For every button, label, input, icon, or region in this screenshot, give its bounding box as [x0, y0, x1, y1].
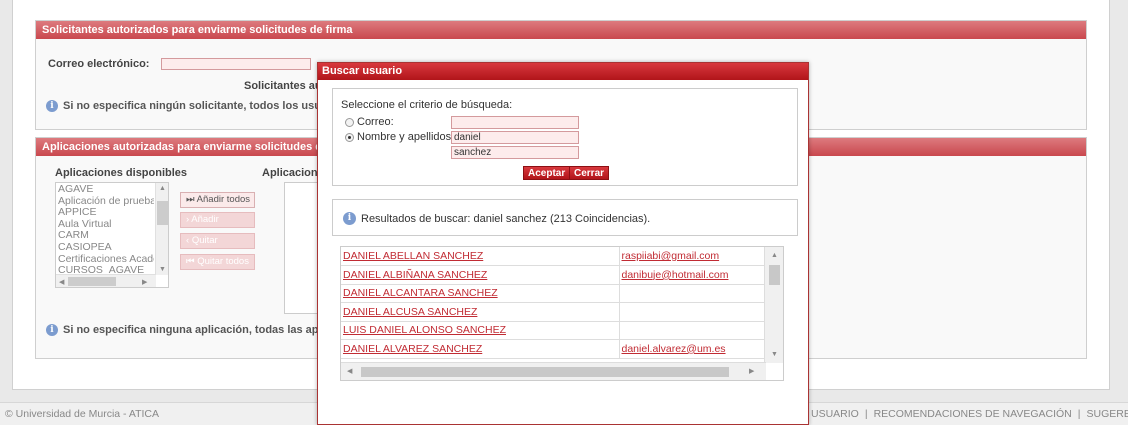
footer-link-recommendations[interactable]: RECOMENDACIONES DE NAVEGACIÓN [874, 408, 1072, 420]
footer-link-user[interactable]: USUARIO [811, 408, 859, 420]
apps-horizontal-scrollbar[interactable]: ◀ ▶ [56, 274, 156, 287]
email-label: Correo electrónico: [48, 58, 150, 70]
info-icon: i [343, 212, 356, 225]
apps-hscroll-thumb[interactable] [68, 277, 116, 286]
footer-links: USUARIO | RECOMENDACIONES DE NAVEGACIÓN | SU… [808, 408, 1128, 420]
scroll-down-icon[interactable]: ▼ [771, 351, 778, 358]
email-option-label: Correo: [357, 116, 394, 128]
remove-button[interactable]: ‹ Quitar [180, 233, 255, 249]
app-list-item[interactable]: CASIOPEA [58, 242, 154, 254]
footer-link-suggestions[interactable]: SUGERENCIAS [1086, 408, 1128, 420]
table-row[interactable]: DANIEL ALVAREZ SANCHEZ daniel.alvarez@um.… [341, 339, 765, 359]
accept-button[interactable]: Aceptar [523, 166, 571, 180]
search-user-dialog: Buscar usuario Seleccione el criterio de… [317, 62, 809, 425]
result-name-link[interactable]: DANIEL ALCUSA SANCHEZ [341, 302, 620, 322]
result-email-link[interactable] [619, 302, 765, 322]
result-name-link[interactable]: DANIEL ALVAREZ SANCHEZ [341, 339, 620, 359]
table-row[interactable]: DANIEL ALBIÑANA SANCHEZ danibuje@hotmail.… [341, 265, 765, 285]
result-email-link[interactable]: danibuje@hotmail.com [619, 265, 765, 285]
result-email-link[interactable] [619, 321, 765, 340]
results-vertical-scrollbar[interactable]: ▲ ▼ [764, 247, 783, 363]
signers-list-title: Solicitantes aut [244, 80, 326, 92]
scroll-left-icon[interactable]: ◀ [347, 367, 352, 375]
signer-email-input[interactable] [161, 58, 311, 70]
add-button[interactable]: › Añadir [180, 212, 255, 228]
table-row[interactable]: DANIEL ALCANTARA SANCHEZ [341, 284, 765, 303]
app-list-item[interactable]: AGAVE [58, 184, 154, 196]
app-list-item[interactable]: Aplicación de prueba [58, 196, 154, 208]
app-list-item[interactable]: CARM [58, 230, 154, 242]
first-name-input[interactable]: daniel [451, 131, 579, 144]
available-apps-items: AGAVE Aplicación de prueba APPICE Aula Virt… [56, 183, 156, 278]
email-search-input[interactable] [451, 116, 579, 129]
add-all-button[interactable]: ⏭ Añadir todos [180, 192, 255, 208]
result-summary: i Resultados de buscar: daniel sanchez (… [343, 212, 650, 225]
close-button[interactable]: Cerrar [569, 166, 610, 180]
signers-info: i Si no especifica ningún solicitante, t… [46, 100, 341, 112]
scroll-up-icon[interactable]: ▲ [771, 252, 778, 259]
result-email-link[interactable]: daniel.alvarez@um.es [619, 339, 765, 359]
available-apps-label: Aplicaciones disponibles [55, 167, 188, 179]
results-scroll-thumb[interactable] [769, 265, 780, 285]
dialog-title: Buscar usuario [318, 63, 808, 80]
result-email-link[interactable] [619, 284, 765, 303]
info-icon: i [46, 100, 58, 112]
email-radio[interactable] [345, 117, 354, 127]
scroll-up-icon[interactable]: ▲ [159, 185, 166, 192]
table-row[interactable]: DANIEL ABELLAN SANCHEZ raspiiabi@gmail.co… [341, 247, 765, 266]
remove-label: Quitar [191, 235, 218, 246]
table-row[interactable]: DANIEL ALCUSA SANCHEZ [341, 302, 765, 322]
results-horizontal-scrollbar[interactable]: ◀ ▶ [341, 362, 766, 380]
scroll-right-icon[interactable]: ▶ [749, 367, 754, 375]
search-criteria-box: Seleccione el criterio de búsqueda: Corr… [332, 88, 798, 186]
results-table: DANIEL ABELLAN SANCHEZ raspiiabi@gmail.co… [341, 247, 765, 359]
result-name-link[interactable]: DANIEL ABELLAN SANCHEZ [341, 247, 620, 266]
results-hscroll-thumb[interactable] [361, 367, 729, 377]
separator: | [1077, 408, 1081, 420]
apps-info-text: Si no especifica ninguna aplicación, tod… [63, 324, 337, 336]
scroll-down-icon[interactable]: ▼ [159, 266, 166, 273]
result-summary-box: i Resultados de buscar: daniel sanchez (… [332, 199, 798, 236]
app-list-item[interactable]: Aula Virtual [58, 219, 154, 231]
authorized-apps-label: Aplicacion [262, 167, 318, 179]
email-option[interactable]: Correo: [345, 116, 394, 128]
result-email-link[interactable]: raspiiabi@gmail.com [619, 247, 765, 266]
footer-copyright: © Universidad de Murcia - ATICA [5, 408, 160, 420]
results-table-container: DANIEL ABELLAN SANCHEZ raspiiabi@gmail.co… [340, 246, 784, 381]
add-all-label: Añadir todos [196, 194, 251, 205]
apps-info: i Si no especifica ninguna aplicación, t… [46, 324, 337, 336]
app-list-item[interactable]: APPICE [58, 207, 154, 219]
name-option[interactable]: Nombre y apellidos: [345, 131, 454, 143]
signers-info-text: Si no especifica ningún solicitante, tod… [63, 100, 342, 112]
last-name-input[interactable]: sanchez [451, 146, 579, 159]
remove-all-button[interactable]: ⏮ Quitar todos [180, 254, 255, 270]
result-name-link[interactable]: DANIEL ALBIÑANA SANCHEZ [341, 265, 620, 285]
app-list-item[interactable]: Certificaciones Académicas [58, 254, 154, 266]
apps-vertical-scrollbar[interactable]: ▲ ▼ [155, 183, 168, 275]
info-icon: i [46, 324, 58, 336]
result-name-link[interactable]: DANIEL ALCANTARA SANCHEZ [341, 284, 620, 303]
scroll-right-icon[interactable]: ▶ [142, 278, 147, 286]
table-row[interactable]: LUIS DANIEL ALONSO SANCHEZ [341, 321, 765, 340]
name-radio[interactable] [345, 132, 354, 142]
separator: | [864, 408, 868, 420]
remove-all-label: Quitar todos [197, 256, 249, 267]
apps-scroll-thumb[interactable] [157, 201, 168, 225]
available-apps-list[interactable]: AGAVE Aplicación de prueba APPICE Aula Virt… [55, 182, 169, 288]
add-label: Añadir [191, 214, 219, 225]
criteria-title: Seleccione el criterio de búsqueda: [341, 99, 513, 111]
result-name-link[interactable]: LUIS DANIEL ALONSO SANCHEZ [341, 321, 620, 340]
result-summary-text: Resultados de buscar: daniel sanchez (21… [361, 212, 651, 225]
scroll-left-icon[interactable]: ◀ [59, 278, 64, 286]
name-option-label: Nombre y apellidos: [357, 131, 455, 143]
signers-section-title: Solicitantes autorizados para enviarme s… [36, 21, 1086, 39]
